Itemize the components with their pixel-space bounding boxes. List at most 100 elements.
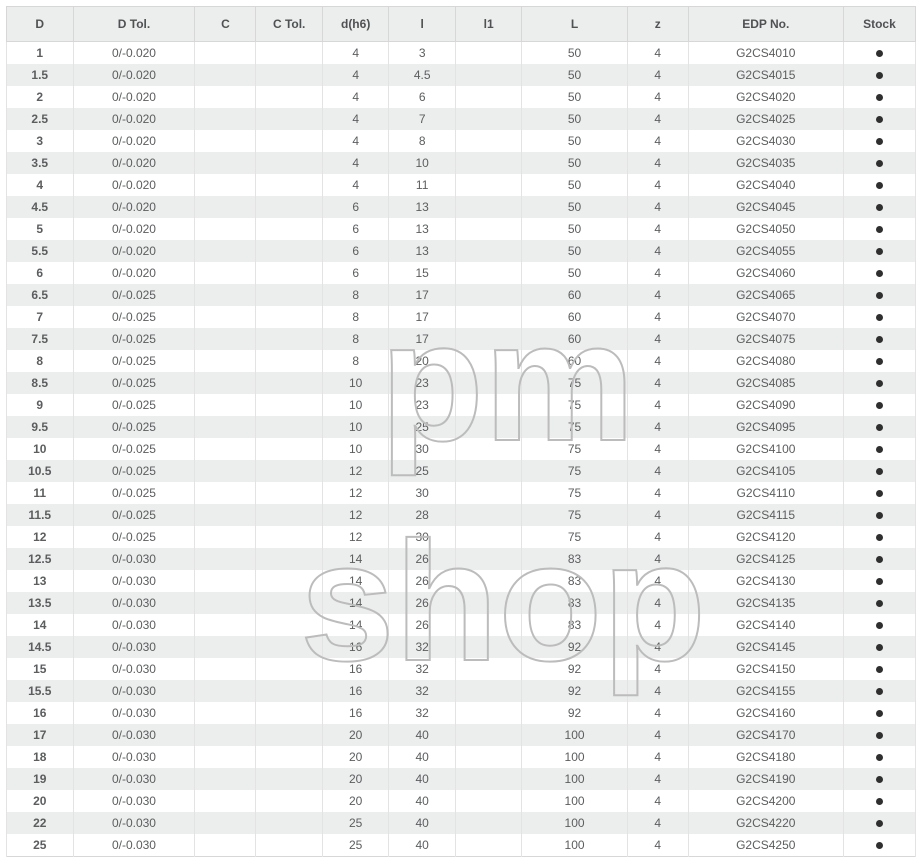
cell-dh6: 12 xyxy=(322,460,389,482)
stock-dot-icon xyxy=(876,710,883,717)
cell-z: 4 xyxy=(627,570,688,592)
stock-dot-icon xyxy=(876,94,883,101)
cell-Dtol: 0/-0.025 xyxy=(73,438,195,460)
cell-D: 12 xyxy=(7,526,74,548)
cell-stock xyxy=(843,218,915,240)
cell-Dtol: 0/-0.030 xyxy=(73,680,195,702)
cell-stock xyxy=(843,790,915,812)
cell-l1 xyxy=(455,790,522,812)
table-row: 120/-0.0251230754G2CS4120 xyxy=(7,526,916,548)
cell-D: 15 xyxy=(7,658,74,680)
cell-Ctol xyxy=(256,658,323,680)
cell-edp: G2CS4040 xyxy=(688,174,843,196)
cell-stock xyxy=(843,482,915,504)
cell-dh6: 4 xyxy=(322,174,389,196)
cell-dh6: 8 xyxy=(322,350,389,372)
stock-dot-icon xyxy=(876,600,883,607)
table-body: 10/-0.02043504G2CS40101.50/-0.02044.5504… xyxy=(7,42,916,857)
table-row: 1.50/-0.02044.5504G2CS4015 xyxy=(7,64,916,86)
table-row: 250/-0.03025401004G2CS4250 xyxy=(7,834,916,857)
cell-dh6: 6 xyxy=(322,196,389,218)
stock-dot-icon xyxy=(876,688,883,695)
cell-Dtol: 0/-0.025 xyxy=(73,328,195,350)
table-row: 70/-0.025817604G2CS4070 xyxy=(7,306,916,328)
cell-stock xyxy=(843,306,915,328)
cell-D: 18 xyxy=(7,746,74,768)
cell-D: 6.5 xyxy=(7,284,74,306)
cell-D: 14 xyxy=(7,614,74,636)
cell-l1 xyxy=(455,438,522,460)
cell-l: 6 xyxy=(389,86,456,108)
cell-z: 4 xyxy=(627,130,688,152)
cell-D: 4.5 xyxy=(7,196,74,218)
table-header: D D Tol. C C Tol. d(h6) l l1 L z EDP No.… xyxy=(7,7,916,42)
cell-Dtol: 0/-0.030 xyxy=(73,746,195,768)
cell-dh6: 16 xyxy=(322,636,389,658)
cell-C xyxy=(195,218,256,240)
cell-z: 4 xyxy=(627,152,688,174)
cell-Ctol xyxy=(256,42,323,65)
cell-l1 xyxy=(455,196,522,218)
cell-l1 xyxy=(455,482,522,504)
cell-l1 xyxy=(455,328,522,350)
cell-l1 xyxy=(455,152,522,174)
cell-C xyxy=(195,394,256,416)
cell-L: 100 xyxy=(522,746,627,768)
cell-dh6: 4 xyxy=(322,108,389,130)
cell-l1 xyxy=(455,548,522,570)
cell-dh6: 20 xyxy=(322,724,389,746)
cell-edp: G2CS4095 xyxy=(688,416,843,438)
cell-L: 75 xyxy=(522,482,627,504)
cell-l: 40 xyxy=(389,790,456,812)
cell-dh6: 14 xyxy=(322,570,389,592)
cell-C xyxy=(195,746,256,768)
cell-l: 20 xyxy=(389,350,456,372)
stock-dot-icon xyxy=(876,842,883,849)
cell-l: 28 xyxy=(389,504,456,526)
cell-L: 60 xyxy=(522,350,627,372)
cell-L: 60 xyxy=(522,284,627,306)
spec-table: D D Tol. C C Tol. d(h6) l l1 L z EDP No.… xyxy=(6,6,916,857)
cell-l: 30 xyxy=(389,526,456,548)
cell-D: 3.5 xyxy=(7,152,74,174)
cell-edp: G2CS4100 xyxy=(688,438,843,460)
cell-D: 5.5 xyxy=(7,240,74,262)
cell-l1 xyxy=(455,306,522,328)
cell-C xyxy=(195,372,256,394)
stock-dot-icon xyxy=(876,556,883,563)
cell-l1 xyxy=(455,240,522,262)
cell-l: 4.5 xyxy=(389,64,456,86)
cell-Ctol xyxy=(256,570,323,592)
cell-Dtol: 0/-0.030 xyxy=(73,834,195,857)
cell-l1 xyxy=(455,570,522,592)
cell-D: 10.5 xyxy=(7,460,74,482)
cell-D: 3 xyxy=(7,130,74,152)
cell-Ctol xyxy=(256,196,323,218)
table-row: 130/-0.0301426834G2CS4130 xyxy=(7,570,916,592)
table-row: 190/-0.03020401004G2CS4190 xyxy=(7,768,916,790)
cell-dh6: 6 xyxy=(322,262,389,284)
cell-C xyxy=(195,724,256,746)
cell-C xyxy=(195,130,256,152)
table-row: 11.50/-0.0251228754G2CS4115 xyxy=(7,504,916,526)
cell-C xyxy=(195,108,256,130)
cell-edp: G2CS4220 xyxy=(688,812,843,834)
cell-z: 4 xyxy=(627,680,688,702)
table-row: 3.50/-0.020410504G2CS4035 xyxy=(7,152,916,174)
cell-stock xyxy=(843,64,915,86)
cell-Dtol: 0/-0.030 xyxy=(73,768,195,790)
cell-C xyxy=(195,196,256,218)
cell-Dtol: 0/-0.025 xyxy=(73,416,195,438)
stock-dot-icon xyxy=(876,732,883,739)
cell-D: 6 xyxy=(7,262,74,284)
cell-edp: G2CS4155 xyxy=(688,680,843,702)
cell-l1 xyxy=(455,460,522,482)
cell-l1 xyxy=(455,702,522,724)
table-row: 14.50/-0.0301632924G2CS4145 xyxy=(7,636,916,658)
table-row: 10/-0.02043504G2CS4010 xyxy=(7,42,916,65)
cell-stock xyxy=(843,350,915,372)
cell-edp: G2CS4105 xyxy=(688,460,843,482)
cell-D: 1.5 xyxy=(7,64,74,86)
cell-l: 40 xyxy=(389,834,456,857)
stock-dot-icon xyxy=(876,204,883,211)
